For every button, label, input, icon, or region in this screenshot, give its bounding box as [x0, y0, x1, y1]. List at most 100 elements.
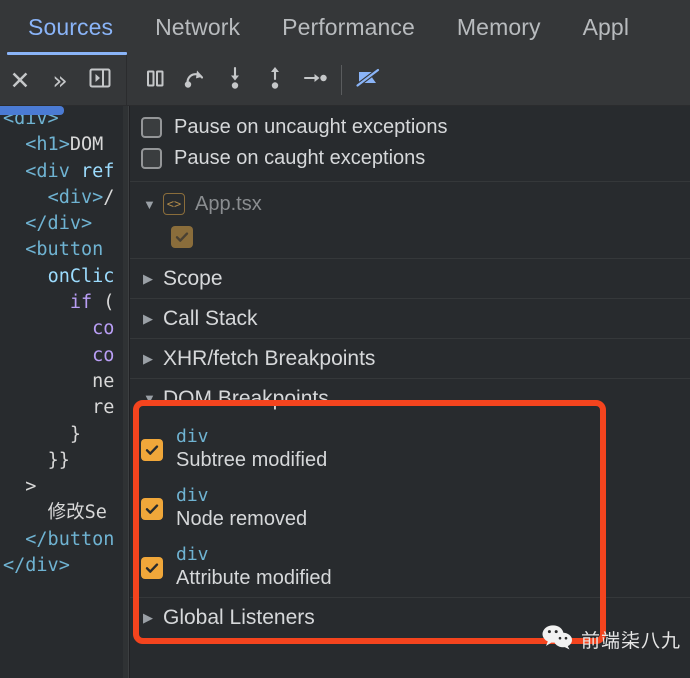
chevron-right-icon[interactable]: ▶ [143, 352, 163, 365]
js-breakpoint-entry[interactable] [130, 220, 690, 254]
watermark-text: 前端柒八九 [581, 626, 681, 653]
code-line: <button [3, 237, 128, 263]
step-out-button[interactable] [255, 60, 295, 100]
section-xhr-fetch-breakpoints[interactable]: ▶ XHR/fetch Breakpoints [130, 338, 690, 378]
step-over-button[interactable] [175, 60, 215, 100]
tab-sources[interactable]: Sources [0, 0, 134, 55]
tab-network[interactable]: Network [134, 0, 261, 55]
show-navigator-icon [87, 65, 113, 96]
dom-breakpoint-checkbox[interactable] [141, 557, 163, 579]
tab-application[interactable]: Appl [562, 0, 650, 55]
step-over-icon [181, 64, 209, 97]
code-line: }} [3, 448, 128, 474]
step-into-button[interactable] [215, 60, 255, 100]
source-file-icon: <> [163, 193, 185, 215]
pause-uncaught-checkbox[interactable] [141, 117, 162, 138]
section-dom-breakpoints[interactable]: ▼ DOM Breakpoints [130, 378, 690, 418]
code-editor-pane[interactable]: <div> <h1>DOM <div ref <div>/ </div> <bu… [0, 106, 129, 678]
debugger-sidebar: Pause on uncaught exceptions Pause on ca… [130, 106, 690, 678]
close-button[interactable]: ✕ [0, 60, 40, 100]
pause-on-uncaught-exceptions-row[interactable]: Pause on uncaught exceptions [130, 112, 690, 143]
source-code: <div> <h1>DOM <div ref <div>/ </div> <bu… [0, 106, 128, 579]
step-icon [300, 64, 330, 97]
code-line: <div>/ [3, 185, 128, 211]
js-breakpoint-checkbox[interactable] [171, 226, 193, 248]
dom-breakpoint-checkbox[interactable] [141, 439, 163, 461]
dom-breakpoint-text: divNode removed [176, 486, 307, 531]
pause-on-exceptions-group: Pause on uncaught exceptions Pause on ca… [130, 106, 690, 182]
toolbar-divider [126, 55, 127, 106]
debugger-toolbar: ✕ » [0, 55, 690, 106]
dom-breakpoint-tag: div [176, 427, 327, 448]
step-out-icon [261, 64, 289, 97]
section-label: Scope [163, 267, 223, 291]
dom-breakpoint-kind: Subtree modified [176, 449, 327, 472]
toolbar-separator [341, 65, 342, 95]
pause-on-caught-exceptions-row[interactable]: Pause on caught exceptions [130, 143, 690, 174]
dom-breakpoint-tag: div [176, 486, 307, 507]
code-line: 修改Se [3, 500, 128, 526]
code-line: </button [3, 527, 128, 553]
chevron-right-icon[interactable]: ▶ [143, 272, 163, 285]
section-label: Call Stack [163, 307, 258, 331]
code-line: </div> [3, 553, 128, 579]
breakpoint-marker[interactable] [0, 106, 64, 115]
dom-breakpoint-row[interactable]: divAttribute modified [130, 538, 690, 597]
section-scope[interactable]: ▶ Scope [130, 258, 690, 298]
dom-breakpoint-row[interactable]: divSubtree modified [130, 420, 690, 479]
deactivate-breakpoints-icon [353, 64, 383, 97]
tab-label: Performance [282, 14, 415, 41]
breakpoint-file-row[interactable]: ▼ <> App.tsx [130, 188, 690, 220]
panel-tab-bar: Sources Network Performance Memory Appl [0, 0, 690, 55]
chevron-right-icon[interactable]: ▶ [143, 611, 163, 624]
devtools-window: Sources Network Performance Memory Appl … [0, 0, 690, 678]
dom-breakpoint-checkbox[interactable] [141, 498, 163, 520]
section-label: Global Listeners [163, 606, 315, 630]
wechat-icon [541, 623, 575, 656]
dom-breakpoint-row[interactable]: divNode removed [130, 479, 690, 538]
pause-uncaught-label: Pause on uncaught exceptions [174, 116, 448, 139]
step-into-icon [221, 64, 249, 97]
section-label: XHR/fetch Breakpoints [163, 347, 375, 371]
deactivate-breakpoints-button[interactable] [348, 60, 388, 100]
tab-memory[interactable]: Memory [436, 0, 562, 55]
more-tabs-icon: » [52, 68, 67, 93]
chevron-down-icon[interactable]: ▼ [143, 392, 163, 405]
code-line: re [3, 395, 128, 421]
breakpoint-file-name: App.tsx [195, 193, 262, 216]
section-label: DOM Breakpoints [163, 387, 329, 411]
dom-breakpoints-list: divSubtree modifieddivNode removeddivAtt… [130, 418, 690, 597]
code-line: co [3, 316, 128, 342]
pause-icon [142, 65, 168, 96]
code-line: ne [3, 369, 128, 395]
section-call-stack[interactable]: ▶ Call Stack [130, 298, 690, 338]
dom-breakpoint-kind: Attribute modified [176, 567, 332, 590]
close-icon: ✕ [10, 68, 31, 93]
code-line: > [3, 474, 128, 500]
tab-label: Sources [28, 14, 113, 41]
code-line: if ( [3, 290, 128, 316]
pause-caught-checkbox[interactable] [141, 148, 162, 169]
tab-label: Memory [457, 14, 541, 41]
dom-breakpoint-tag: div [176, 545, 332, 566]
code-line: } [3, 422, 128, 448]
tab-label: Appl [583, 14, 629, 41]
more-tabs-button[interactable]: » [40, 60, 80, 100]
editor-scrollbar[interactable] [123, 106, 128, 678]
show-navigator-button[interactable] [80, 60, 120, 100]
chevron-right-icon[interactable]: ▶ [143, 312, 163, 325]
tab-performance[interactable]: Performance [261, 0, 436, 55]
dom-breakpoint-text: divSubtree modified [176, 427, 327, 472]
step-button[interactable] [295, 60, 335, 100]
code-line: </div> [3, 211, 128, 237]
watermark: 前端柒八九 [541, 623, 681, 656]
pause-caught-label: Pause on caught exceptions [174, 147, 425, 170]
code-line: <div ref [3, 159, 128, 185]
chevron-down-icon[interactable]: ▼ [143, 198, 163, 211]
js-breakpoints-group: ▼ <> App.tsx [130, 182, 690, 258]
dom-breakpoint-kind: Node removed [176, 508, 307, 531]
tab-label: Network [155, 14, 240, 41]
dom-breakpoint-text: divAttribute modified [176, 545, 332, 590]
pause-resume-button[interactable] [135, 60, 175, 100]
code-line: co [3, 343, 128, 369]
